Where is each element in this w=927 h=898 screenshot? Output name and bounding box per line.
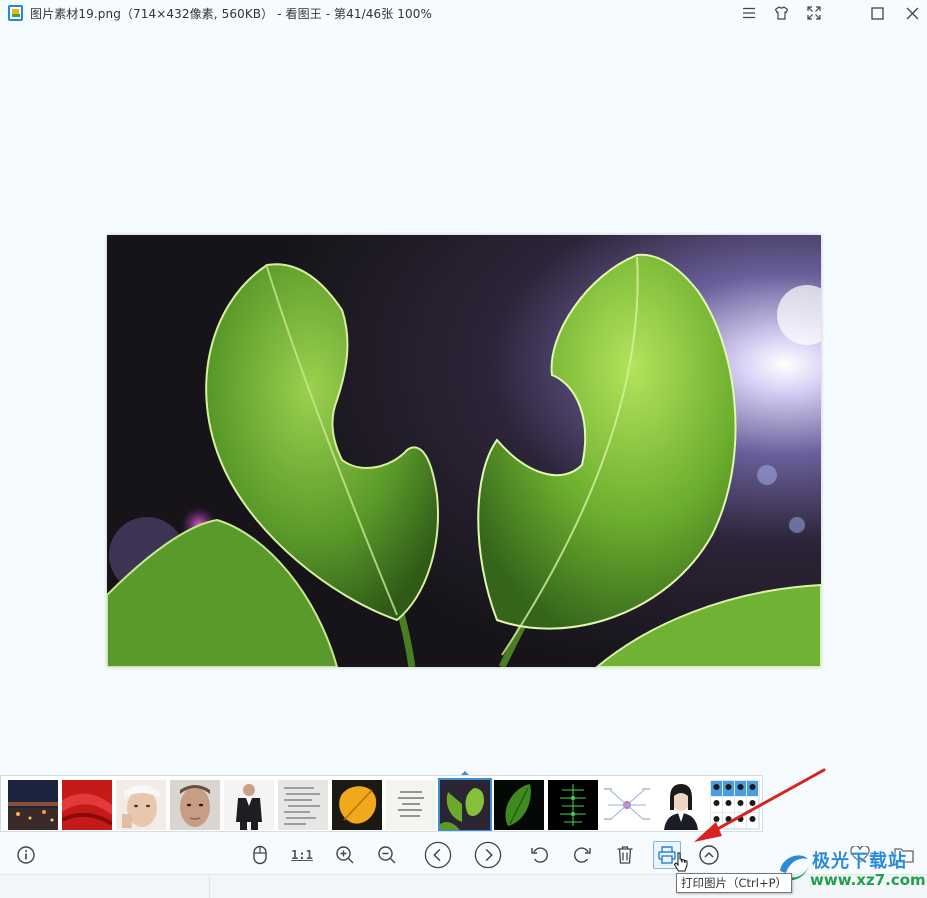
skin-icon[interactable] — [770, 2, 792, 24]
heart-icon[interactable] — [850, 845, 870, 868]
menu-icon[interactable] — [738, 2, 760, 24]
title-bar: 图片素材19.png（714×432像素, 560KB） - 看图王 - 第41… — [0, 0, 927, 26]
thumbnail-suit-man[interactable] — [224, 780, 274, 830]
actual-size-button[interactable]: 1:1 — [288, 841, 316, 869]
thumbnail-yellow-leaf[interactable] — [332, 780, 382, 830]
rotate-right-icon[interactable] — [568, 841, 596, 869]
app-logo-icon — [8, 5, 23, 21]
thumbnail-handwriting[interactable] — [278, 780, 328, 830]
thumbnail-city-night[interactable] — [8, 780, 58, 830]
fullscreen-icon[interactable] — [803, 2, 825, 24]
actual-size-label: 1:1 — [291, 848, 313, 862]
zoom-in-icon[interactable] — [331, 841, 359, 869]
thumbnail-mind-map[interactable] — [602, 780, 652, 830]
chevron-up-icon[interactable] — [695, 841, 723, 869]
thumbnail-strip[interactable] — [0, 775, 763, 832]
zoom-out-icon[interactable] — [373, 841, 401, 869]
thumbnail-man-face[interactable] — [170, 780, 220, 830]
bottom-toolbar: 1:1 — [0, 836, 927, 874]
status-divider — [209, 875, 210, 898]
mouse-cursor-icon — [673, 852, 688, 872]
thumbnail-circuit-diagram[interactable] — [548, 780, 598, 830]
window-title: 图片素材19.png（714×432像素, 560KB） - 看图王 - 第41… — [30, 7, 432, 21]
print-tooltip: 打印图片（Ctrl+P） — [676, 873, 793, 893]
trash-icon[interactable] — [611, 841, 639, 869]
chevron-right-icon[interactable] — [474, 841, 502, 869]
thumbnail-red-fabric[interactable] — [62, 780, 112, 830]
thumbnail-green-leaves[interactable] — [438, 778, 492, 831]
chevron-left-icon[interactable] — [424, 841, 452, 869]
thumbnail-id-photo[interactable] — [656, 780, 706, 830]
folder-icon[interactable] — [894, 846, 914, 868]
main-image[interactable] — [107, 235, 821, 667]
thumbnail-woman-face[interactable] — [116, 780, 166, 830]
thumbnail-id-photo-grid[interactable] — [710, 780, 760, 830]
thumbnail-dark-leaf[interactable] — [494, 780, 544, 830]
close-icon[interactable] — [901, 2, 923, 24]
maximize-icon[interactable] — [866, 2, 888, 24]
mouse-icon[interactable] — [246, 841, 274, 869]
info-icon[interactable] — [12, 841, 40, 869]
rotate-left-icon[interactable] — [526, 841, 554, 869]
thumbnail-handwriting-2[interactable] — [386, 780, 436, 830]
